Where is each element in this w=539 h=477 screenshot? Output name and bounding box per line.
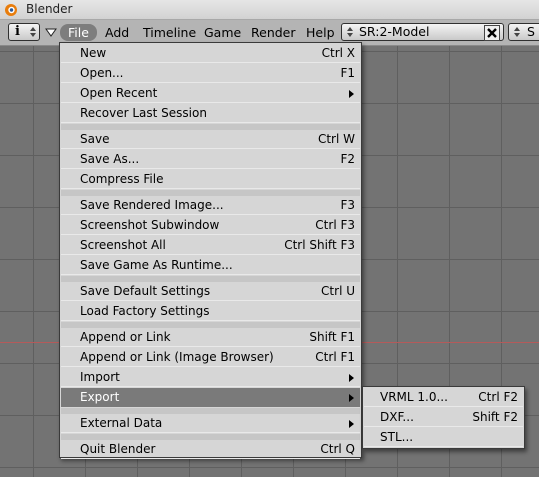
menu-game[interactable]: Game bbox=[198, 24, 247, 41]
close-icon[interactable] bbox=[484, 25, 500, 41]
menu-item-export[interactable]: Export bbox=[61, 388, 360, 407]
menu-item-append-or-link-image-browser[interactable]: Append or Link (Image Browser) Ctrl F1 bbox=[61, 348, 360, 367]
menu-item-compress-file[interactable]: Compress File bbox=[61, 170, 360, 189]
menu-item-load-factory-settings[interactable]: Load Factory Settings bbox=[61, 302, 360, 321]
file-dropdown-menu: New Ctrl X Open... F1 Open Recent Recove… bbox=[59, 42, 362, 459]
up-down-arrows-icon bbox=[347, 27, 353, 37]
menu-item-screenshot-subwindow[interactable]: Screenshot Subwindow Ctrl F3 bbox=[61, 216, 360, 235]
export-submenu: VRML 1.0... Ctrl F2 DXF... Shift F2 STL.… bbox=[362, 386, 525, 449]
menu-item-external-data[interactable]: External Data bbox=[61, 414, 360, 433]
up-down-arrows-icon bbox=[514, 27, 520, 37]
window-titlebar: Blender bbox=[0, 0, 539, 20]
menu-item-export-stl[interactable]: STL... bbox=[364, 428, 523, 447]
submenu-arrow-icon bbox=[349, 90, 354, 98]
menu-item-screenshot-all[interactable]: Screenshot All Ctrl Shift F3 bbox=[61, 236, 360, 255]
scene-name-field[interactable]: S bbox=[527, 24, 535, 40]
menu-item-save-rendered-image[interactable]: Save Rendered Image... F3 bbox=[61, 196, 360, 215]
screen-selector[interactable]: SR:2-Model bbox=[341, 23, 504, 41]
menu-timeline[interactable]: Timeline bbox=[137, 24, 202, 41]
editor-type-button[interactable]: i bbox=[8, 23, 40, 41]
submenu-arrow-icon bbox=[349, 374, 354, 382]
info-icon: i bbox=[15, 24, 20, 39]
menu-item-recover-last-session[interactable]: Recover Last Session bbox=[61, 104, 360, 123]
menu-item-export-vrml[interactable]: VRML 1.0... Ctrl F2 bbox=[364, 388, 523, 407]
menu-file[interactable]: File bbox=[60, 24, 97, 41]
menu-item-export-dxf[interactable]: DXF... Shift F2 bbox=[364, 408, 523, 427]
menu-help[interactable]: Help bbox=[300, 24, 341, 41]
collapse-menus-icon[interactable] bbox=[45, 28, 57, 37]
screen-name-field[interactable]: SR:2-Model bbox=[359, 24, 429, 40]
window-title: Blender bbox=[26, 2, 73, 16]
menu-item-new[interactable]: New Ctrl X bbox=[61, 44, 360, 63]
menu-item-open[interactable]: Open... F1 bbox=[61, 64, 360, 83]
menu-item-append-or-link[interactable]: Append or Link Shift F1 bbox=[61, 328, 360, 347]
menu-item-save-default-settings[interactable]: Save Default Settings Ctrl U bbox=[61, 282, 360, 301]
menu-add[interactable]: Add bbox=[99, 24, 135, 41]
menu-item-save[interactable]: Save Ctrl W bbox=[61, 130, 360, 149]
blender-logo-icon bbox=[5, 4, 17, 16]
submenu-arrow-icon bbox=[349, 420, 354, 428]
menu-item-quit-blender[interactable]: Quit Blender Ctrl Q bbox=[61, 440, 360, 459]
menu-item-save-game-as-runtime[interactable]: Save Game As Runtime... bbox=[61, 256, 360, 275]
up-down-arrows-icon bbox=[30, 27, 36, 37]
menu-render[interactable]: Render bbox=[245, 24, 302, 41]
scene-selector[interactable]: S bbox=[508, 23, 539, 41]
menu-item-import[interactable]: Import bbox=[61, 368, 360, 387]
submenu-arrow-icon bbox=[349, 394, 354, 402]
menu-item-open-recent[interactable]: Open Recent bbox=[61, 84, 360, 103]
menu-item-save-as[interactable]: Save As... F2 bbox=[61, 150, 360, 169]
